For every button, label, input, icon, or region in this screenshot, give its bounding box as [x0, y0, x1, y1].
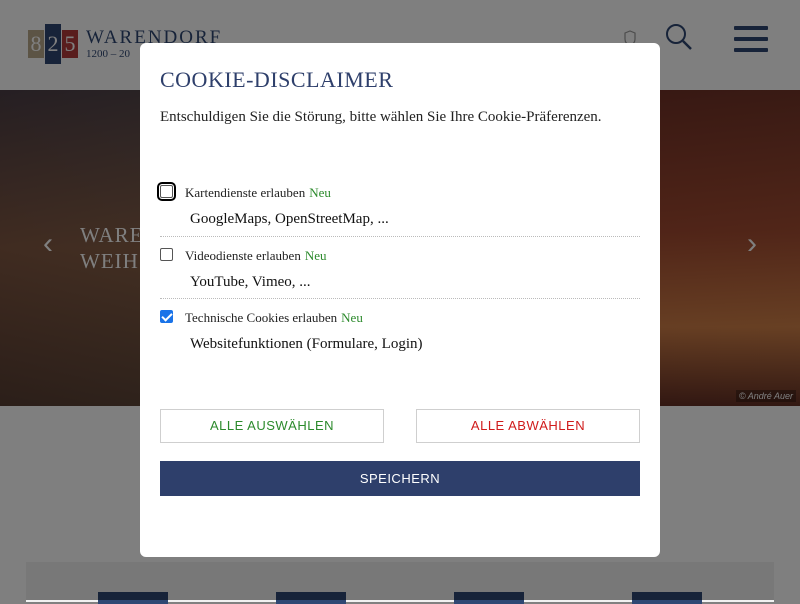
deselect-all-button[interactable]: ALLE ABWÄHLEN: [416, 409, 640, 443]
divider: [160, 298, 640, 300]
maps-checkbox[interactable]: [157, 182, 176, 201]
new-badge: Neu: [341, 310, 363, 325]
option-label: Technische Cookies erlauben: [185, 310, 338, 325]
divider: [160, 236, 640, 238]
new-badge: Neu: [309, 185, 331, 200]
cookie-option-video: Videodienste erlauben Neu YouTube, Vimeo,…: [160, 246, 640, 290]
video-checkbox[interactable]: [160, 248, 173, 261]
cookie-option-technical: Technische Cookies erlauben Neu Websitefu…: [160, 308, 640, 352]
option-description: Websitefunktionen (Formulare, Login): [190, 336, 423, 352]
option-label: Videodienste erlauben: [185, 248, 301, 263]
technical-checkbox[interactable]: [160, 310, 173, 323]
option-label: Kartendienste erlauben: [185, 185, 306, 200]
select-all-button[interactable]: ALLE AUSWÄHLEN: [160, 409, 384, 443]
option-description: GoogleMaps, OpenStreetMap, ...: [190, 211, 389, 227]
dialog-intro-text: Entschuldigen Sie die Störung, bitte wäh…: [160, 109, 602, 125]
save-button[interactable]: SPEICHERN: [160, 461, 640, 496]
new-badge: Neu: [304, 248, 327, 263]
cookie-disclaimer-dialog: COOKIE-DISCLAIMER Entschuldigen Sie die …: [140, 43, 660, 557]
option-description: YouTube, Vimeo, ...: [190, 274, 311, 290]
cookie-option-maps: Kartendienste erlauben Neu GoogleMaps, Op…: [157, 182, 640, 227]
dialog-title: COOKIE-DISCLAIMER: [160, 67, 394, 92]
